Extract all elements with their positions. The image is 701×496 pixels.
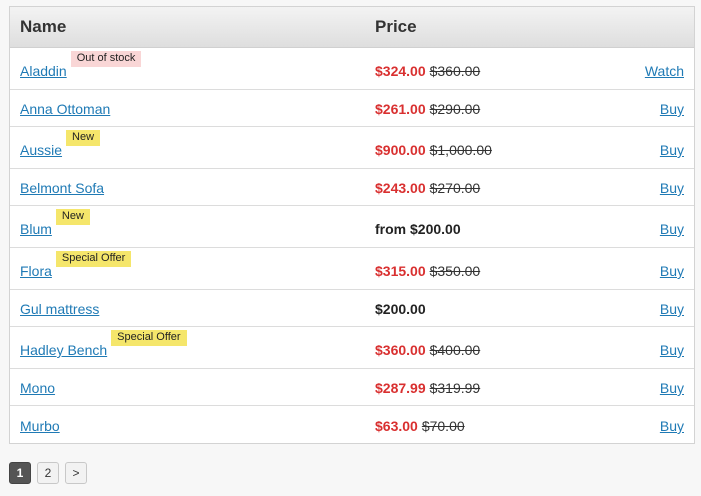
buy-link[interactable]: Buy bbox=[660, 301, 684, 317]
price-cell: $200.00 bbox=[375, 301, 624, 317]
product-table: Name Price Aladdin Out of stock $324.00 $36… bbox=[9, 6, 695, 444]
buy-link[interactable]: Buy bbox=[660, 263, 684, 279]
buy-link[interactable]: Buy bbox=[660, 101, 684, 117]
column-header-price[interactable]: Price bbox=[375, 17, 694, 37]
table-row: Murbo $63.00 $70.00 Buy bbox=[10, 406, 694, 443]
column-header-name[interactable]: Name bbox=[10, 17, 375, 37]
buy-link[interactable]: Buy bbox=[660, 180, 684, 196]
action-cell: Buy bbox=[624, 418, 694, 434]
product-name-cell: Anna Ottoman bbox=[10, 101, 375, 117]
status-badge: New bbox=[66, 130, 101, 146]
sale-price: $243.00 bbox=[375, 180, 426, 196]
product-link[interactable]: Aladdin bbox=[20, 63, 67, 79]
product-link[interactable]: Aussie bbox=[20, 142, 62, 158]
product-name-cell: Aussie New bbox=[10, 130, 375, 158]
table-row: Aussie New $900.00 $1,000.00 Buy bbox=[10, 127, 694, 169]
original-price: $1,000.00 bbox=[429, 142, 492, 158]
table-row: Flora Special Offer $315.00 $350.00 Buy bbox=[10, 248, 694, 290]
price-cell: $360.00 $400.00 bbox=[375, 342, 624, 358]
sale-price: $261.00 bbox=[375, 101, 426, 117]
product-link[interactable]: Anna Ottoman bbox=[20, 101, 110, 117]
price-cell: $324.00 $360.00 bbox=[375, 63, 624, 79]
price-cell: $900.00 $1,000.00 bbox=[375, 142, 624, 158]
original-price: $319.99 bbox=[429, 380, 481, 396]
product-name-cell: Mono bbox=[10, 380, 375, 396]
product-link[interactable]: Hadley Bench bbox=[20, 342, 107, 358]
buy-link[interactable]: Buy bbox=[660, 221, 684, 237]
price-cell: from $200.00 bbox=[375, 221, 624, 237]
product-name-cell: Hadley Bench Special Offer bbox=[10, 330, 375, 358]
action-cell: Watch bbox=[624, 63, 694, 79]
action-cell: Buy bbox=[624, 180, 694, 196]
product-name-cell: Murbo bbox=[10, 418, 375, 434]
product-link[interactable]: Belmont Sofa bbox=[20, 180, 104, 196]
watch-link[interactable]: Watch bbox=[645, 63, 684, 79]
table-row: Aladdin Out of stock $324.00 $360.00 Watch bbox=[10, 48, 694, 90]
sale-price: $360.00 bbox=[375, 342, 426, 358]
table-row: Hadley Bench Special Offer $360.00 $400.00 B… bbox=[10, 327, 694, 369]
original-price: $290.00 bbox=[429, 101, 481, 117]
table-row: Belmont Sofa $243.00 $270.00 Buy bbox=[10, 169, 694, 206]
product-name-cell: Gul mattress bbox=[10, 301, 375, 317]
price-cell: $315.00 $350.00 bbox=[375, 263, 624, 279]
table-row: Anna Ottoman $261.00 $290.00 Buy bbox=[10, 90, 694, 127]
sale-price: $900.00 bbox=[375, 142, 426, 158]
original-price: $400.00 bbox=[429, 342, 481, 358]
page-button-2[interactable]: 2 bbox=[37, 462, 59, 484]
product-link[interactable]: Flora bbox=[20, 263, 52, 279]
original-price: $70.00 bbox=[421, 418, 465, 434]
table-header: Name Price bbox=[10, 7, 694, 48]
product-name-cell: Flora Special Offer bbox=[10, 251, 375, 279]
price-cell: $261.00 $290.00 bbox=[375, 101, 624, 117]
original-price: $270.00 bbox=[429, 180, 481, 196]
sale-price: $287.99 bbox=[375, 380, 426, 396]
price: $200.00 bbox=[375, 301, 426, 317]
table-body: Aladdin Out of stock $324.00 $360.00 Watch An… bbox=[10, 48, 694, 443]
table-row: Mono $287.99 $319.99 Buy bbox=[10, 369, 694, 406]
product-name-cell: Blum New bbox=[10, 209, 375, 237]
action-cell: Buy bbox=[624, 263, 694, 279]
action-cell: Buy bbox=[624, 380, 694, 396]
original-price: $350.00 bbox=[429, 263, 481, 279]
page-button-1[interactable]: 1 bbox=[9, 462, 31, 484]
buy-link[interactable]: Buy bbox=[660, 418, 684, 434]
buy-link[interactable]: Buy bbox=[660, 342, 684, 358]
status-badge: Out of stock bbox=[70, 51, 142, 67]
status-badge: Special Offer bbox=[111, 330, 187, 346]
table-row: Blum New from $200.00 Buy bbox=[10, 206, 694, 248]
table-row: Gul mattress $200.00 Buy bbox=[10, 290, 694, 327]
buy-link[interactable]: Buy bbox=[660, 142, 684, 158]
price-cell: $243.00 $270.00 bbox=[375, 180, 624, 196]
action-cell: Buy bbox=[624, 221, 694, 237]
product-link[interactable]: Mono bbox=[20, 380, 55, 396]
sale-price: $315.00 bbox=[375, 263, 426, 279]
product-link[interactable]: Blum bbox=[20, 221, 52, 237]
product-link[interactable]: Murbo bbox=[20, 418, 60, 434]
sale-price: $63.00 bbox=[375, 418, 418, 434]
action-cell: Buy bbox=[624, 142, 694, 158]
next-page-button[interactable]: > bbox=[65, 462, 87, 484]
price-cell: $63.00 $70.00 bbox=[375, 418, 624, 434]
action-cell: Buy bbox=[624, 301, 694, 317]
price: from $200.00 bbox=[375, 221, 461, 237]
price-cell: $287.99 $319.99 bbox=[375, 380, 624, 396]
action-cell: Buy bbox=[624, 342, 694, 358]
status-badge: New bbox=[55, 209, 90, 225]
sale-price: $324.00 bbox=[375, 63, 426, 79]
original-price: $360.00 bbox=[429, 63, 481, 79]
action-cell: Buy bbox=[624, 101, 694, 117]
product-link[interactable]: Gul mattress bbox=[20, 301, 99, 317]
buy-link[interactable]: Buy bbox=[660, 380, 684, 396]
status-badge: Special Offer bbox=[55, 251, 132, 267]
product-name-cell: Belmont Sofa bbox=[10, 180, 375, 196]
pagination: 1 2 > bbox=[9, 462, 87, 484]
product-name-cell: Aladdin Out of stock bbox=[10, 51, 375, 79]
